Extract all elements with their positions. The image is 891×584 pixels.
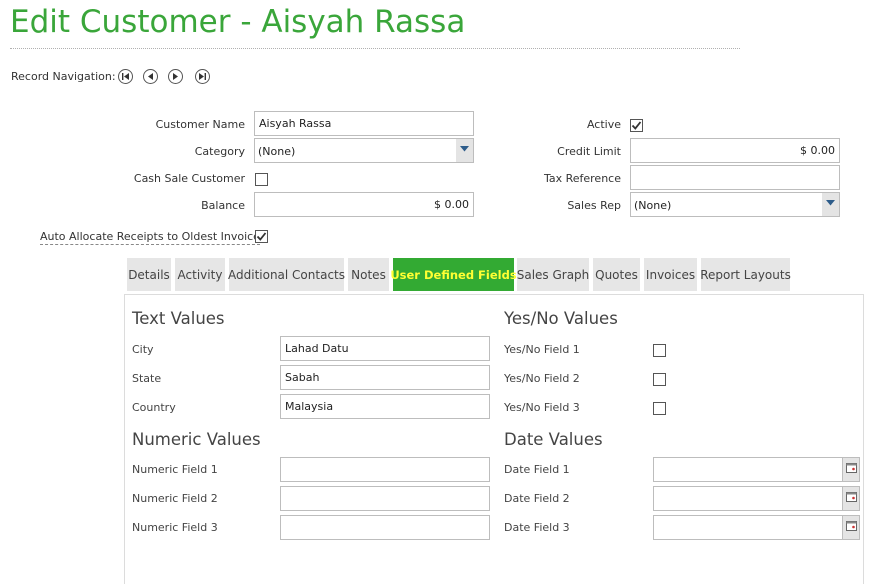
last-record-button[interactable] xyxy=(195,69,210,84)
tab-additional-contacts[interactable]: Additional Contacts xyxy=(228,258,345,291)
balance-label: Balance xyxy=(201,199,245,212)
date-field-2-input[interactable] xyxy=(653,486,843,511)
yes-no-field-1-checkbox[interactable] xyxy=(653,344,666,357)
yes-no-field-2-checkbox[interactable] xyxy=(653,373,666,386)
numeric-field-1-input[interactable] xyxy=(280,457,490,482)
sales-rep-value: (None) xyxy=(634,199,672,212)
balance-field[interactable]: $ 0.00 xyxy=(254,192,474,217)
customer-name-label: Customer Name xyxy=(155,118,245,131)
chevron-down-icon[interactable] xyxy=(822,193,839,216)
tab-user-defined-fields[interactable]: User Defined Fields xyxy=(390,258,517,291)
sales-rep-label: Sales Rep xyxy=(567,199,621,212)
category-value: (None) xyxy=(258,145,296,158)
credit-limit-label: Credit Limit xyxy=(557,145,621,158)
record-navigation-label: Record Navigation: xyxy=(11,70,116,83)
country-label: Country xyxy=(132,401,176,414)
tab-invoices[interactable]: Invoices xyxy=(644,258,697,291)
title-divider xyxy=(10,48,740,49)
tab-report-layouts[interactable]: Report Layouts xyxy=(700,258,791,291)
tab-notes[interactable]: Notes xyxy=(348,258,389,291)
cash-sale-customer-checkbox[interactable] xyxy=(255,173,268,186)
calendar-icon xyxy=(845,492,857,502)
numeric-values-heading: Numeric Values xyxy=(132,430,261,449)
category-label: Category xyxy=(194,145,245,158)
date-field-2-label: Date Field 2 xyxy=(504,492,570,505)
state-label: State xyxy=(132,372,162,385)
category-select[interactable]: (None) xyxy=(254,138,474,163)
active-label: Active xyxy=(586,118,621,131)
customer-name-field[interactable]: Aisyah Rassa xyxy=(254,111,474,136)
previous-record-icon xyxy=(148,73,153,80)
state-field[interactable]: Sabah xyxy=(280,365,490,390)
active-checkbox[interactable] xyxy=(630,119,643,132)
next-record-icon xyxy=(173,73,178,80)
first-record-icon xyxy=(122,73,129,80)
date-field-1-label: Date Field 1 xyxy=(504,463,570,476)
calendar-icon xyxy=(845,463,857,473)
date-field-1-input[interactable] xyxy=(653,457,843,482)
city-label: City xyxy=(132,343,154,356)
tab-quotes[interactable]: Quotes xyxy=(593,258,640,291)
check-icon xyxy=(631,121,642,130)
yes-no-values-heading: Yes/No Values xyxy=(504,309,618,328)
last-record-icon xyxy=(199,73,206,80)
sales-rep-select[interactable]: (None) xyxy=(630,192,840,217)
auto-allocate-checkbox[interactable] xyxy=(255,230,268,243)
yes-no-field-3-label: Yes/No Field 3 xyxy=(504,401,580,414)
country-field[interactable]: Malaysia xyxy=(280,394,490,419)
calendar-icon xyxy=(845,521,857,531)
tab-details[interactable]: Details xyxy=(127,258,171,291)
tax-reference-field[interactable] xyxy=(630,165,840,190)
date-field-2-picker[interactable] xyxy=(843,486,860,511)
numeric-field-2-label: Numeric Field 2 xyxy=(132,492,218,505)
chevron-down-icon[interactable] xyxy=(456,139,473,162)
numeric-field-3-label: Numeric Field 3 xyxy=(132,521,218,534)
check-icon xyxy=(256,232,267,241)
numeric-field-3-input[interactable] xyxy=(280,515,490,540)
city-field[interactable]: Lahad Datu xyxy=(280,336,490,361)
numeric-field-1-label: Numeric Field 1 xyxy=(132,463,218,476)
date-field-3-picker[interactable] xyxy=(843,515,860,540)
next-record-button[interactable] xyxy=(168,69,183,84)
date-field-3-label: Date Field 3 xyxy=(504,521,570,534)
date-values-heading: Date Values xyxy=(504,430,603,449)
first-record-button[interactable] xyxy=(118,69,133,84)
auto-allocate-label: Auto Allocate Receipts to Oldest Invoice xyxy=(40,230,260,245)
credit-limit-field[interactable]: $ 0.00 xyxy=(630,138,840,163)
yes-no-field-2-label: Yes/No Field 2 xyxy=(504,372,580,385)
tab-activity[interactable]: Activity xyxy=(175,258,225,291)
numeric-field-2-input[interactable] xyxy=(280,486,490,511)
date-field-1-picker[interactable] xyxy=(843,457,860,482)
tax-reference-label: Tax Reference xyxy=(543,172,621,185)
text-values-heading: Text Values xyxy=(132,309,225,328)
cash-sale-customer-label: Cash Sale Customer xyxy=(133,172,245,185)
yes-no-field-1-label: Yes/No Field 1 xyxy=(504,343,580,356)
yes-no-field-3-checkbox[interactable] xyxy=(653,402,666,415)
date-field-3-input[interactable] xyxy=(653,515,843,540)
page-title: Edit Customer - Aisyah Rassa xyxy=(10,4,466,40)
previous-record-button[interactable] xyxy=(143,69,158,84)
tab-sales-graph[interactable]: Sales Graph xyxy=(517,258,589,291)
